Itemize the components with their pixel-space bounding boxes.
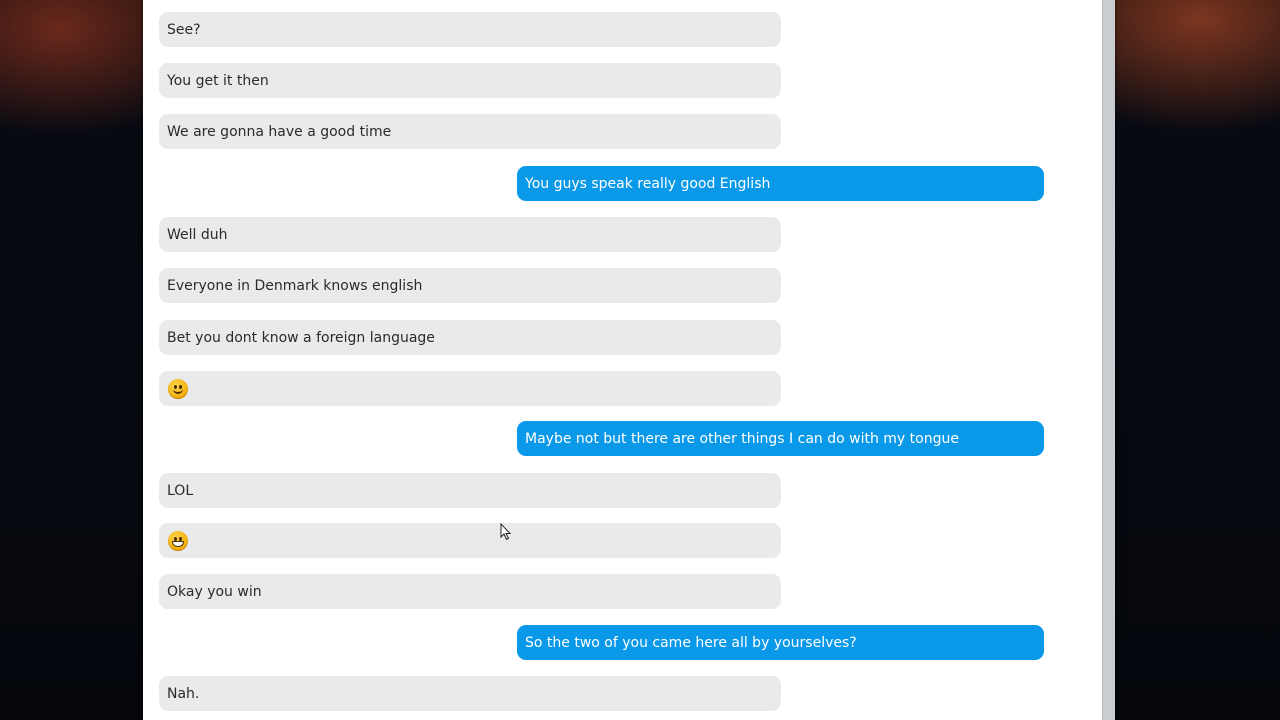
message-text: Maybe not but there are other things I c…: [525, 430, 959, 447]
message-text: LOL: [167, 482, 194, 499]
chat-window: See? You get it then We are gonna have a…: [143, 0, 1115, 720]
message-text: Bet you dont know a foreign language: [167, 329, 435, 346]
vertical-scrollbar[interactable]: [1102, 0, 1115, 720]
incoming-message-bubble: Nah.: [159, 676, 781, 711]
incoming-message-bubble: Okay you win: [159, 574, 781, 609]
outgoing-message-bubble: So the two of you came here all by yours…: [517, 625, 1044, 660]
incoming-message-bubble: See?: [159, 12, 781, 47]
message-text: We are gonna have a good time: [167, 123, 392, 140]
message-text: You guys speak really good English: [525, 175, 771, 192]
grinning-face-emoji-icon: [168, 530, 188, 551]
message-text: Nah.: [167, 685, 200, 702]
outgoing-message-bubble: You guys speak really good English: [517, 166, 1044, 201]
outgoing-message-bubble: Maybe not but there are other things I c…: [517, 421, 1044, 456]
incoming-message-bubble: LOL: [159, 473, 781, 508]
message-text: You get it then: [167, 72, 269, 89]
incoming-emoji-bubble: [159, 523, 781, 558]
incoming-emoji-bubble: [159, 371, 781, 406]
message-text: Everyone in Denmark knows english: [167, 277, 423, 294]
message-text: See?: [167, 21, 201, 38]
incoming-message-bubble: You get it then: [159, 63, 781, 98]
mouse-pointer-icon: [500, 523, 512, 541]
incoming-message-bubble: Bet you dont know a foreign language: [159, 320, 781, 355]
incoming-message-bubble: Everyone in Denmark knows english: [159, 268, 781, 303]
smiling-face-emoji-icon: [168, 378, 188, 399]
incoming-message-bubble: We are gonna have a good time: [159, 114, 781, 149]
message-text: So the two of you came here all by yours…: [525, 634, 857, 651]
message-text: Well duh: [167, 226, 228, 243]
message-text: Okay you win: [167, 583, 262, 600]
incoming-message-bubble: Well duh: [159, 217, 781, 252]
